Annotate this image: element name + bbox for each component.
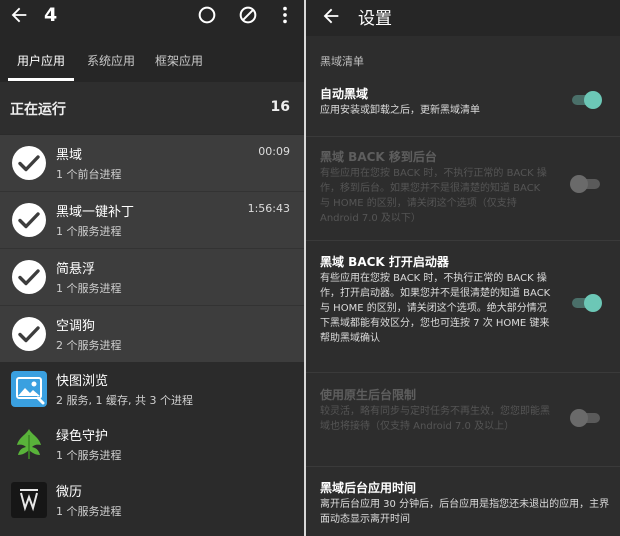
pref-title: 黑域后台应用时间 <box>320 481 417 495</box>
app-name: 绿色守护 <box>56 429 109 444</box>
toggle-thumb <box>584 91 602 109</box>
toggle-thumb <box>570 175 588 193</box>
pref-back-to-background[interactable]: 黑域 BACK 移到后台 有些应用在您按 BACK 时，不执行正常的 BACK … <box>306 148 620 230</box>
pref-title: 使用原生后台限制 <box>320 388 417 402</box>
check-circle-icon[interactable] <box>10 144 48 182</box>
app-name: 空调狗 <box>56 319 96 334</box>
app-name: 黑域 <box>56 148 83 163</box>
pref-title: 黑域 BACK 移到后台 <box>320 150 437 164</box>
app-name: 黑域一键补丁 <box>56 205 135 220</box>
pref-summary: 离开后台应用 30 分钟后，后台应用是指您还未退出的应用，主界面动态显示离开时间 <box>320 499 610 525</box>
pref-back-open-launcher[interactable]: 黑域 BACK 打开启动器 有些应用在您按 BACK 时，不执行正常的 BACK… <box>306 253 620 365</box>
app-name: 微历 <box>56 485 83 500</box>
app-type-tabs: 用户应用 系统应用 框架应用 <box>0 44 304 82</box>
green-leaf-icon[interactable] <box>10 425 48 463</box>
photo-viewer-icon[interactable] <box>10 370 48 408</box>
app-running-time: 00:09 <box>258 145 290 158</box>
back-to-background-toggle[interactable] <box>570 174 602 194</box>
app-row-heiyu-patch[interactable]: 黑域一键补丁 1 个服务进程 1:56:43 <box>0 192 304 248</box>
app-row-heiyu[interactable]: 黑域 1 个前台进程 00:09 <box>0 135 304 191</box>
app-row-simple-float[interactable]: 简悬浮 1 个服务进程 <box>0 249 304 305</box>
pref-auto-blacklist[interactable]: 自动黑域 应用安装或卸载之后，更新黑域清单 <box>306 85 620 130</box>
tab-user-apps[interactable]: 用户应用 <box>17 52 65 69</box>
pref-summary: 有些应用在您按 BACK 时，不执行正常的 BACK 操作，打开启动器。如果您并… <box>320 273 551 344</box>
app-process-info: 1 个服务进程 <box>56 225 122 238</box>
block-icon[interactable] <box>237 4 259 26</box>
check-circle-icon[interactable] <box>10 258 48 296</box>
native-background-limit-toggle[interactable] <box>570 408 602 428</box>
tab-framework-apps[interactable]: 框架应用 <box>155 52 203 69</box>
more-vertical-icon[interactable] <box>274 4 296 26</box>
app-name: 简悬浮 <box>56 262 96 277</box>
app-row-quickpic[interactable]: 快图浏览 2 服务, 1 缓存, 共 3 个进程 <box>0 361 304 417</box>
check-circle-icon[interactable] <box>10 201 48 239</box>
settings-app-bar: 设置 <box>306 0 620 36</box>
settings-title: 设置 <box>358 9 392 29</box>
calendar-w-icon[interactable] <box>10 481 48 519</box>
toggle-thumb <box>584 294 602 312</box>
app-bar: 4 用户应用 系统应用 框架应用 <box>0 0 304 82</box>
circle-icon[interactable] <box>196 4 218 26</box>
auto-blacklist-toggle[interactable] <box>570 90 602 110</box>
app-process-info: 1 个前台进程 <box>56 168 122 181</box>
pref-divider <box>306 136 620 137</box>
active-tab-indicator <box>8 78 74 81</box>
app-process-info: 1 个服务进程 <box>56 449 122 462</box>
pref-native-background-limit[interactable]: 使用原生后台限制 较灵活，略有同步与定时任务不再生效，您您即能黑域也将接待（仅支… <box>306 386 620 458</box>
running-label: 正在运行 <box>10 102 66 118</box>
app-process-info: 2 服务, 1 缓存, 共 3 个进程 <box>56 394 193 407</box>
back-arrow-icon[interactable] <box>320 5 342 27</box>
section-header: 黑域清单 <box>320 55 364 68</box>
pref-summary: 较灵活，略有同步与定时任务不再生效，您您即能黑域也将接待（仅支持 Android… <box>320 406 550 432</box>
pref-background-app-time[interactable]: 黑域后台应用时间 离开后台应用 30 分钟后，后台应用是指您还未退出的应用，主界… <box>306 479 620 529</box>
app-process-info: 1 个服务进程 <box>56 282 122 295</box>
running-header: 正在运行 16 <box>0 82 304 134</box>
app-row-greenify[interactable]: 绿色守护 1 个服务进程 <box>0 416 304 472</box>
selected-count: 4 <box>44 4 58 26</box>
tab-system-apps[interactable]: 系统应用 <box>87 52 135 69</box>
app-name: 快图浏览 <box>56 374 109 389</box>
back-open-launcher-toggle[interactable] <box>570 293 602 313</box>
settings-panel: 设置 黑域清单 自动黑域 应用安装或卸载之后，更新黑域清单 黑域 BACK 移到… <box>306 0 620 536</box>
app-row-ac-dog[interactable]: 空调狗 2 个服务进程 <box>0 306 304 362</box>
app-row-weili[interactable]: 微历 1 个服务进程 <box>0 472 304 528</box>
back-arrow-icon[interactable] <box>8 4 30 26</box>
pref-divider <box>306 372 620 373</box>
pref-title: 黑域 BACK 打开启动器 <box>320 255 449 269</box>
toggle-thumb <box>570 409 588 427</box>
pref-divider <box>306 466 620 467</box>
running-count: 16 <box>270 99 290 115</box>
app-process-info: 1 个服务进程 <box>56 505 122 518</box>
process-list-panel: 4 用户应用 系统应用 框架应用 正在运行 16 黑域 1 个前台进程 00:0… <box>0 0 304 536</box>
app-process-info: 2 个服务进程 <box>56 339 122 352</box>
check-circle-icon[interactable] <box>10 315 48 353</box>
app-running-time: 1:56:43 <box>247 202 290 215</box>
pref-summary: 有些应用在您按 BACK 时，不执行正常的 BACK 操作，移到后台。如果您并不… <box>320 168 547 224</box>
pref-summary: 应用安装或卸载之后，更新黑域清单 <box>320 105 480 116</box>
pref-title: 自动黑域 <box>320 87 369 101</box>
pref-divider <box>306 240 620 241</box>
